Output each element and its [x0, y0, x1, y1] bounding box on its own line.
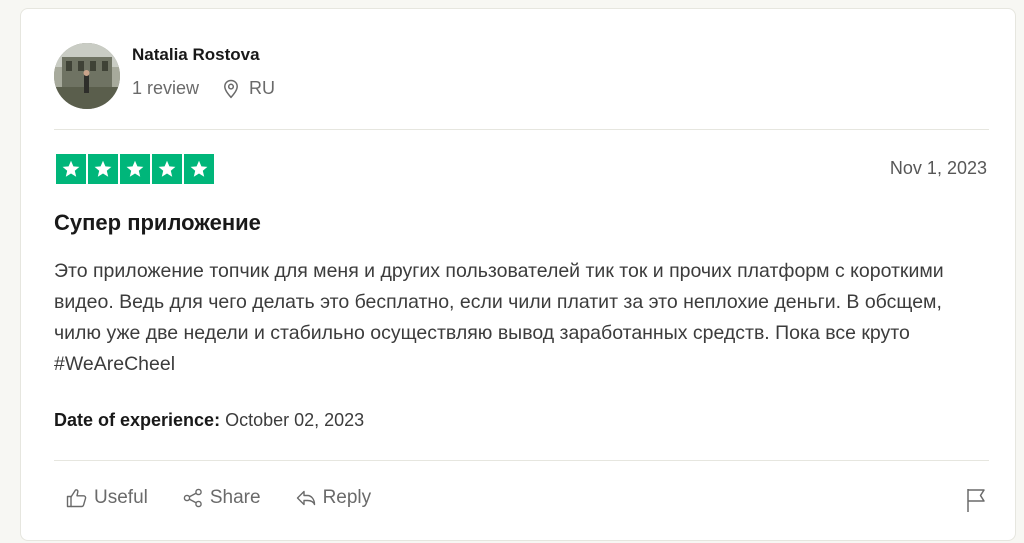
date-of-experience: Date of experience: October 02, 2023	[54, 410, 364, 431]
footer-divider	[54, 460, 989, 461]
header-divider	[54, 129, 989, 130]
review-card: Natalia Rostova 1 review RU Nov 1, 2023 …	[20, 8, 1016, 541]
review-title: Супер приложение	[54, 210, 261, 235]
review-count: 1 review	[132, 78, 200, 98]
share-icon	[183, 488, 202, 508]
country-code: RU	[249, 78, 276, 98]
star-icon	[88, 154, 118, 184]
useful-label: Useful	[94, 487, 148, 508]
report-flag-button[interactable]	[965, 487, 987, 518]
star-icon	[184, 154, 214, 184]
reply-label: Reply	[322, 487, 372, 508]
reviewer-name[interactable]: Natalia Rostova	[132, 45, 260, 65]
avatar[interactable]	[54, 43, 120, 109]
share-label: Share	[209, 487, 261, 508]
flag-icon	[967, 489, 985, 512]
review-body: Это приложение топчик для меня и других …	[54, 260, 944, 375]
experience-date: October 02, 2023	[225, 410, 365, 430]
star-icon	[152, 154, 182, 184]
reply-button[interactable]: Reply	[295, 487, 372, 509]
reviewer-meta: 1 review RU	[132, 78, 275, 99]
review-date: Nov 1, 2023	[889, 158, 987, 178]
thumbs-up-icon	[66, 489, 87, 508]
star-rating	[56, 154, 214, 184]
star-icon	[120, 154, 150, 184]
review-actions: Useful Share Reply	[66, 487, 405, 509]
share-button[interactable]: Share	[182, 487, 261, 509]
location-pin-icon	[224, 79, 238, 98]
reviewer-location: RU	[223, 78, 275, 99]
reply-icon	[296, 490, 315, 506]
experience-label: Date of experience:	[54, 410, 221, 430]
star-icon	[56, 154, 86, 184]
useful-button[interactable]: Useful	[66, 487, 148, 509]
